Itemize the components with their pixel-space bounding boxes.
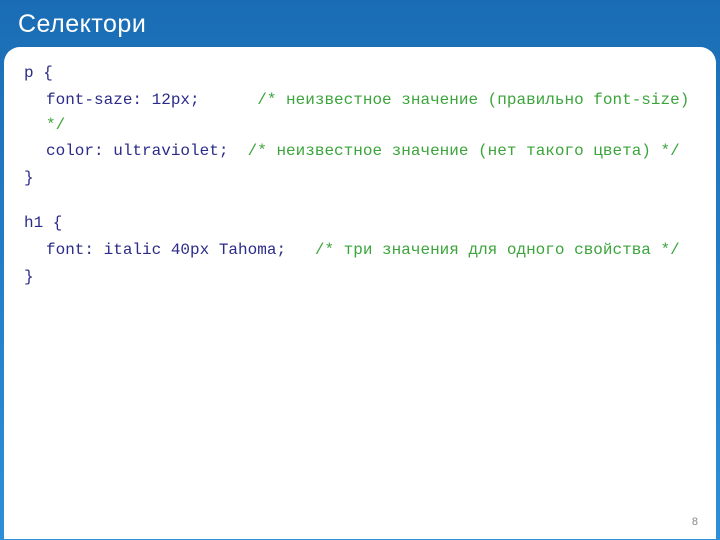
code-text: font-saze: 12px; xyxy=(46,91,257,109)
code-line: } xyxy=(24,166,696,191)
code-text: color: ultraviolet; xyxy=(46,142,248,160)
code-line: p { xyxy=(24,61,696,86)
code-line: font: italic 40px Tahoma; /* три значени… xyxy=(24,238,696,263)
slide-title: Селектори xyxy=(18,10,702,39)
slide-content: p { font-saze: 12px; /* неизвестное знач… xyxy=(4,47,716,539)
slide-header: Селектори xyxy=(0,0,720,47)
code-line: color: ultraviolet; /* неизвестное значе… xyxy=(24,139,696,164)
code-line: } xyxy=(24,265,696,290)
code-line: font-saze: 12px; /* неизвестное значение… xyxy=(24,88,696,138)
code-line: h1 { xyxy=(24,211,696,236)
blank-line xyxy=(24,193,696,211)
code-comment: /* неизвестное значение (нет такого цвет… xyxy=(248,142,680,160)
code-text: font: italic 40px Tahoma; xyxy=(46,241,315,259)
page-number: 8 xyxy=(692,514,698,531)
code-comment: /* три значения для одного свойства */ xyxy=(315,241,680,259)
